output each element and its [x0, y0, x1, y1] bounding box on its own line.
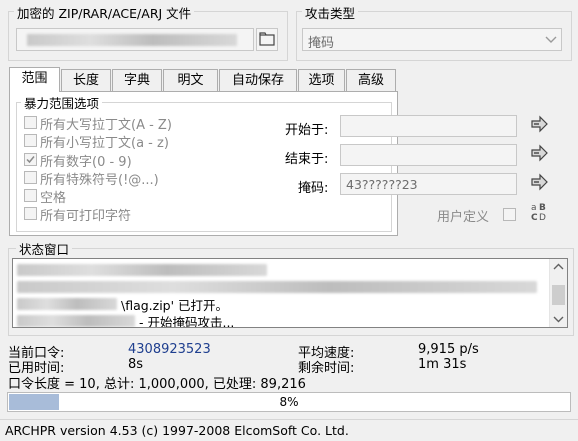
mask-label: 掩码: — [298, 181, 329, 196]
status-bar: ARCHPR version 4.53 (c) 1997-2008 ElcomS… — [0, 419, 578, 441]
lowercase-checkbox[interactable]: 所有小写拉丁文(a - z) — [24, 133, 224, 151]
mask-input[interactable]: 43??????23 — [340, 173, 517, 195]
current-password-value: 4308923523 — [128, 342, 211, 357]
file-path-field[interactable] — [16, 28, 254, 51]
charset-button[interactable]: a B C D — [528, 200, 550, 223]
start-from-label: 开始于: — [285, 123, 329, 138]
scroll-down-icon — [553, 316, 564, 323]
scroll-up-icon — [553, 263, 564, 270]
start-from-button[interactable] — [528, 115, 550, 135]
tab-options[interactable]: 选项 — [298, 69, 345, 91]
version-text: ARCHPR version 4.53 (c) 1997-2008 ElcomS… — [5, 423, 349, 438]
tab-advanced[interactable]: 高级 — [346, 69, 396, 91]
status-scrollbar[interactable] — [549, 259, 567, 327]
remaining-label: 剩余时间: — [298, 361, 355, 376]
tab-range[interactable]: 范围 — [9, 67, 60, 92]
svg-text:C: C — [531, 213, 538, 222]
end-at-button[interactable] — [528, 144, 550, 164]
open-file-button[interactable] — [256, 28, 278, 51]
end-at-label: 结束于: — [285, 152, 329, 167]
start-from-input[interactable] — [340, 115, 517, 137]
status-window-label: 状态窗口 — [16, 239, 73, 258]
scroll-thumb[interactable] — [552, 285, 565, 305]
tab-dictionary[interactable]: 字典 — [112, 69, 162, 91]
progress-bar: 8% — [7, 392, 571, 412]
attack-type-select[interactable]: 掩码 — [302, 28, 562, 51]
chevron-down-icon — [545, 36, 557, 43]
user-defined-checkbox[interactable] — [503, 208, 516, 221]
password-summary: 口令长度 = 10, 总计: 1,000,000, 已处理: 89,216 — [8, 377, 306, 392]
tab-length[interactable]: 长度 — [61, 69, 111, 91]
tab-autosave[interactable]: 自动保存 — [219, 69, 297, 91]
digits-checkbox[interactable]: 所有数字(0 - 9) — [24, 152, 224, 170]
end-at-input[interactable] — [340, 144, 517, 166]
svg-text:B: B — [539, 203, 546, 213]
avg-speed-value: 9,915 p/s — [418, 342, 479, 357]
user-defined-label: 用户定义 — [437, 210, 490, 225]
open-folder-icon — [259, 32, 275, 46]
elapsed-value: 8s — [128, 357, 144, 372]
arrow-icon — [531, 173, 548, 191]
svg-text:a: a — [531, 203, 537, 213]
space-checkbox[interactable]: 空格 — [24, 188, 224, 206]
arrow-icon — [531, 115, 548, 133]
encrypted-file-label: 加密的 ZIP/RAR/ACE/ARJ 文件 — [14, 3, 195, 22]
charset-icon: a B C D — [531, 203, 546, 223]
progress-text: 8% — [279, 395, 299, 409]
svg-text:D: D — [539, 213, 546, 222]
attack-type-selected: 掩码 — [308, 36, 335, 51]
brute-force-label: 暴力范围选项 — [21, 93, 103, 112]
mask-value: 43??????23 — [346, 177, 418, 192]
printable-checkbox[interactable]: 所有可打印字符 — [24, 206, 224, 224]
special-chars-checkbox[interactable]: 所有特殊符号(!@...) — [24, 170, 224, 188]
remaining-value: 1m 31s — [418, 357, 467, 372]
uppercase-checkbox[interactable]: 所有大写拉丁文(A - Z) — [24, 115, 224, 133]
attack-type-label: 攻击类型 — [302, 3, 359, 22]
checkmark-icon — [26, 156, 35, 164]
arrow-icon — [531, 144, 548, 162]
tab-plaintext[interactable]: 明文 — [163, 69, 218, 91]
status-log[interactable]: \flag.zip' 已打开。 - 开始掩码攻击... — [12, 258, 568, 328]
mask-button[interactable] — [528, 173, 550, 193]
